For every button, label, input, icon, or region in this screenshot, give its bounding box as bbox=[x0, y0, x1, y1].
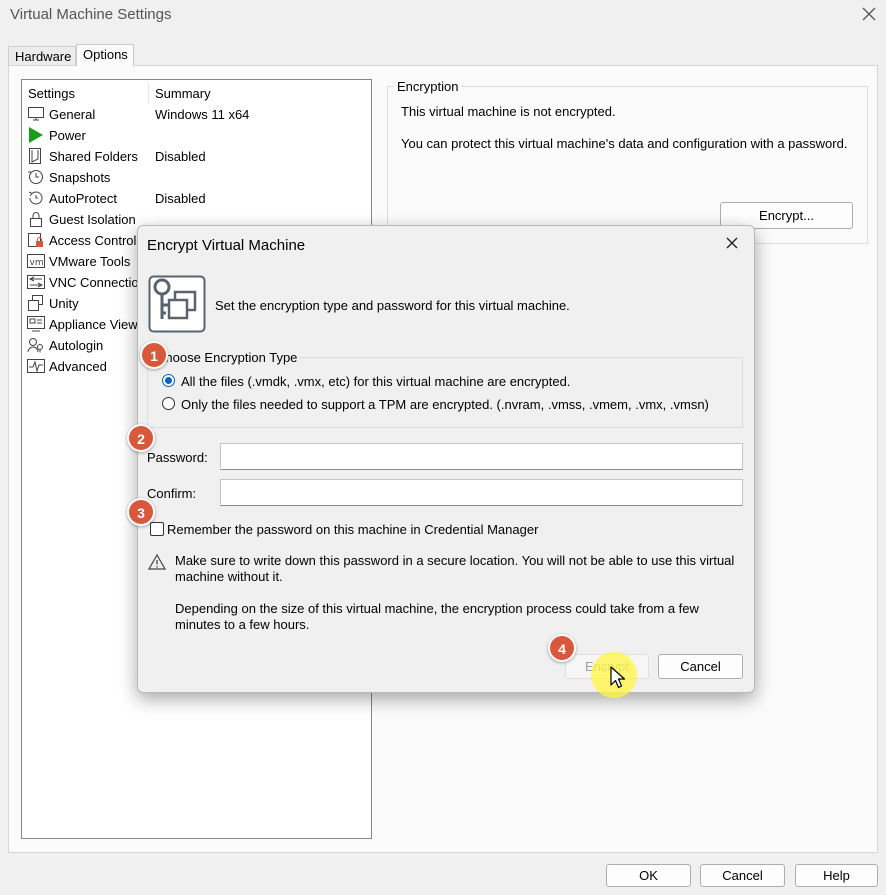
radio-all-files[interactable] bbox=[162, 374, 175, 387]
password-field[interactable] bbox=[220, 443, 743, 470]
encryption-type-group bbox=[147, 357, 743, 428]
close-icon[interactable] bbox=[860, 5, 878, 23]
encrypt-dialog: Encrypt Virtual Machine Set the encrypti… bbox=[137, 225, 755, 693]
step-badge: 4 bbox=[548, 634, 576, 662]
step-badge: 1 bbox=[140, 341, 168, 369]
list-item[interactable]: General Windows 11 x64 bbox=[22, 104, 371, 125]
vnc-icon bbox=[27, 275, 45, 289]
tab-options[interactable]: Options bbox=[76, 44, 134, 66]
pulse-icon bbox=[27, 359, 45, 373]
dialog-close-icon[interactable] bbox=[724, 235, 740, 251]
dialog-cancel-button[interactable]: Cancel bbox=[658, 654, 743, 679]
radio-tpm-files-label[interactable]: Only the files needed to support a TPM a… bbox=[181, 397, 709, 412]
step-badge: 2 bbox=[127, 424, 155, 452]
appliance-icon bbox=[27, 316, 45, 332]
password-label: Password: bbox=[147, 450, 208, 465]
dialog-intro: Set the encryption type and password for… bbox=[215, 298, 570, 313]
duration-text: Depending on the size of this virtual ma… bbox=[175, 601, 699, 632]
vm-icon: vm bbox=[27, 254, 45, 268]
list-item[interactable]: AutoProtect Disabled bbox=[22, 188, 371, 209]
monitor-icon bbox=[28, 107, 44, 121]
lock-icon bbox=[30, 212, 42, 227]
encryption-key-icon bbox=[148, 275, 206, 333]
svg-text:vm: vm bbox=[30, 258, 44, 268]
remember-checkbox[interactable] bbox=[150, 522, 164, 536]
clock-icon bbox=[28, 170, 43, 184]
confirm-field[interactable] bbox=[220, 479, 743, 506]
dialog-title: Encrypt Virtual Machine bbox=[147, 237, 306, 254]
mouse-cursor-icon bbox=[610, 666, 626, 689]
user-key-icon bbox=[27, 338, 43, 353]
step-badge: 3 bbox=[127, 498, 155, 526]
radio-all-files-label[interactable]: All the files (.vmdk, .vmx, etc) for thi… bbox=[181, 374, 570, 389]
encryption-group-title: Encryption bbox=[394, 79, 462, 94]
column-header-summary[interactable]: Summary bbox=[155, 86, 211, 101]
ok-button[interactable]: OK bbox=[606, 864, 691, 887]
access-lock-icon bbox=[28, 233, 43, 247]
encryption-description: You can protect this virtual machine's d… bbox=[401, 136, 848, 151]
window-title: Virtual Machine Settings bbox=[10, 6, 172, 23]
list-item[interactable]: Shared Folders Disabled bbox=[22, 146, 371, 167]
folder-share-icon bbox=[29, 148, 41, 164]
confirm-label: Confirm: bbox=[147, 486, 197, 501]
column-separator[interactable] bbox=[148, 82, 149, 104]
radio-tpm-files[interactable] bbox=[162, 397, 175, 410]
list-item[interactable]: Power bbox=[22, 125, 371, 146]
encryption-type-title: Choose Encryption Type bbox=[154, 350, 300, 365]
column-header-settings[interactable]: Settings bbox=[28, 86, 75, 101]
remember-label[interactable]: Remember the password on this machine in… bbox=[167, 522, 538, 537]
history-icon bbox=[28, 191, 43, 205]
warning-icon bbox=[148, 554, 166, 570]
list-item[interactable]: Snapshots bbox=[22, 167, 371, 188]
cancel-button[interactable]: Cancel bbox=[700, 864, 785, 887]
help-button[interactable]: Help bbox=[795, 864, 878, 887]
warning-text: Make sure to write down this password in… bbox=[175, 553, 735, 584]
play-icon bbox=[29, 127, 43, 143]
encryption-status: This virtual machine is not encrypted. bbox=[401, 104, 616, 119]
unity-icon bbox=[28, 295, 43, 311]
